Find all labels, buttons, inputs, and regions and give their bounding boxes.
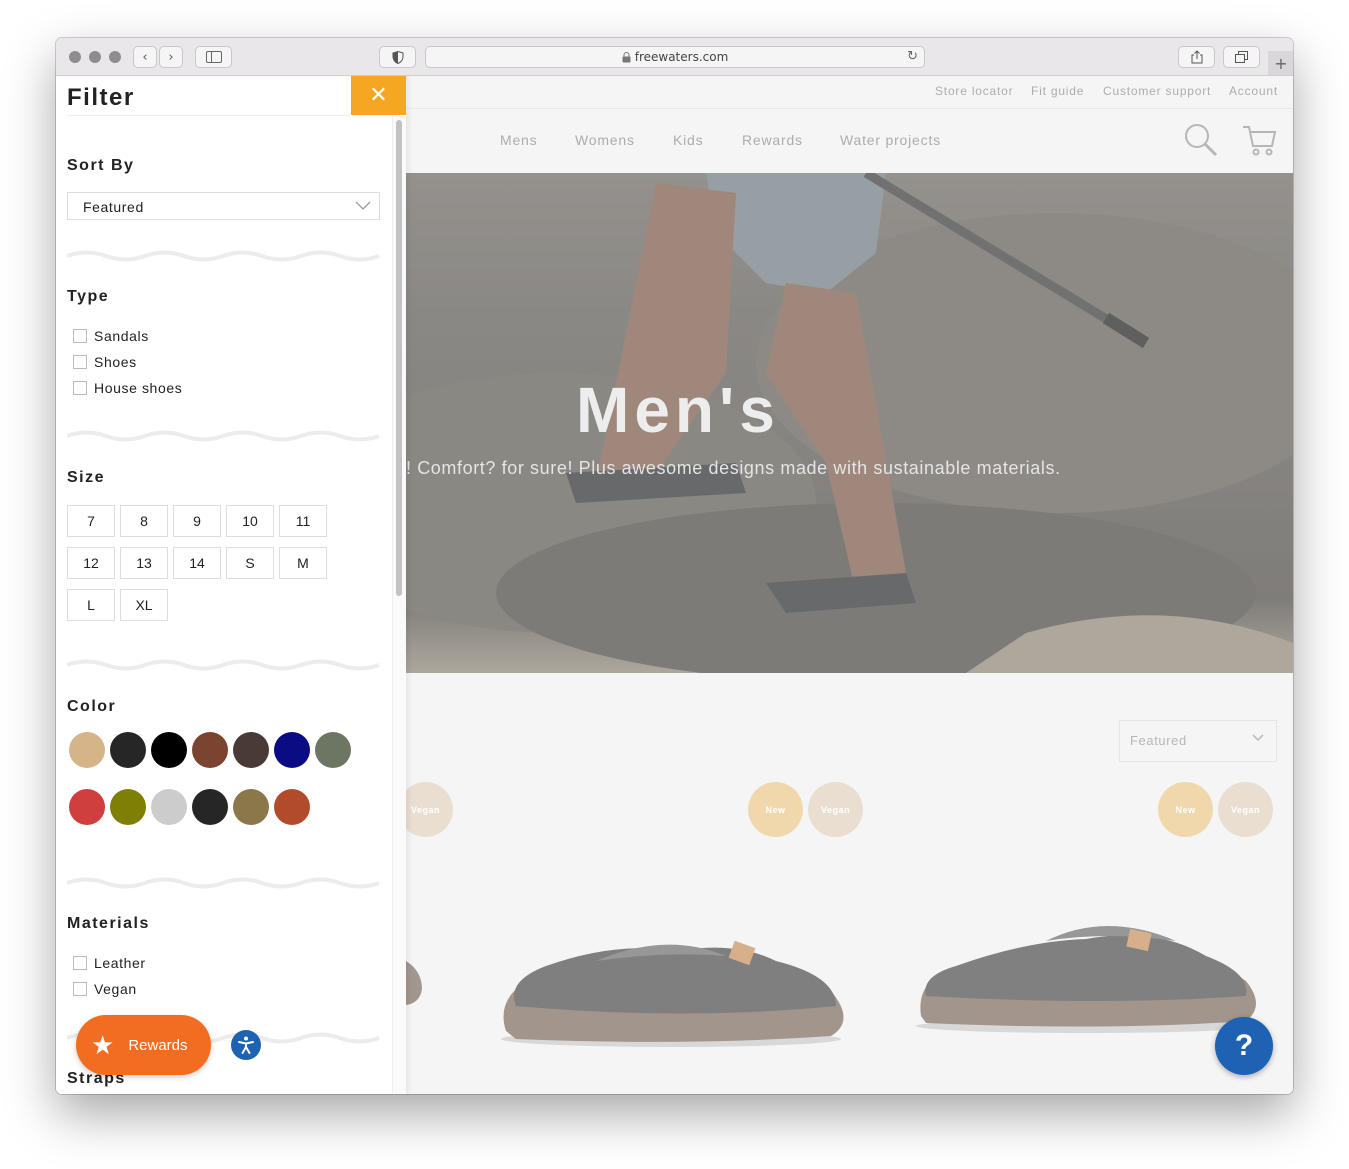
color-swatch[interactable] bbox=[315, 732, 351, 768]
color-swatch[interactable] bbox=[233, 789, 269, 825]
sidebar-icon bbox=[205, 51, 222, 63]
lock-icon bbox=[622, 51, 631, 62]
size-option[interactable]: 13 bbox=[120, 547, 168, 579]
size-option[interactable]: S bbox=[226, 547, 274, 579]
color-swatch[interactable] bbox=[192, 789, 228, 825]
color-swatch[interactable] bbox=[151, 732, 187, 768]
share-icon bbox=[1191, 50, 1202, 64]
url-text: freewaters.com bbox=[634, 50, 729, 64]
forward-button[interactable]: › bbox=[159, 46, 183, 68]
option-label: Shoes bbox=[94, 354, 137, 370]
color-swatch[interactable] bbox=[233, 732, 269, 768]
rewards-label: Rewards bbox=[128, 1036, 188, 1054]
size-option[interactable]: 12 bbox=[67, 547, 115, 579]
shield-icon bbox=[392, 50, 403, 64]
tab-overview-button[interactable] bbox=[1223, 46, 1260, 68]
star-icon: ★ bbox=[91, 1029, 115, 1060]
materials-option-vegan[interactable]: Vegan bbox=[73, 981, 137, 997]
section-divider-wave bbox=[67, 659, 380, 671]
browser-titlebar: ‹ › freewaters.com ↻ + bbox=[56, 38, 1293, 76]
sort-by-select[interactable]: Featured bbox=[67, 192, 380, 220]
materials-heading: Materials bbox=[67, 915, 150, 932]
sort-by-value: Featured bbox=[83, 199, 144, 215]
filter-scrollbar-thumb[interactable] bbox=[396, 120, 402, 596]
filter-drawer: Filter ✕ Sort By Featured Type Sandals S… bbox=[56, 76, 406, 1094]
filter-title: Filter bbox=[67, 84, 135, 111]
new-tab-button[interactable]: + bbox=[1268, 51, 1293, 75]
chevron-down-icon bbox=[355, 201, 371, 210]
section-divider-wave bbox=[67, 430, 380, 442]
help-button[interactable]: ? bbox=[1215, 1017, 1273, 1075]
size-option[interactable]: 9 bbox=[173, 505, 221, 537]
plus-icon: + bbox=[1274, 53, 1288, 73]
accessibility-button[interactable] bbox=[231, 1030, 261, 1060]
option-label: Sandals bbox=[94, 328, 149, 344]
sidebar-toggle-button[interactable] bbox=[195, 46, 232, 68]
close-window-button[interactable] bbox=[69, 51, 81, 63]
section-divider-wave bbox=[67, 250, 380, 262]
checkbox[interactable] bbox=[73, 982, 87, 996]
checkbox[interactable] bbox=[73, 355, 87, 369]
back-button[interactable]: ‹ bbox=[133, 46, 157, 68]
tabs-icon bbox=[1235, 51, 1248, 63]
reload-icon[interactable]: ↻ bbox=[907, 49, 918, 64]
color-swatch[interactable] bbox=[192, 732, 228, 768]
close-icon: ✕ bbox=[369, 83, 388, 108]
color-swatch[interactable] bbox=[69, 789, 105, 825]
accessibility-icon bbox=[238, 1036, 254, 1054]
color-heading: Color bbox=[67, 698, 117, 715]
color-swatch[interactable] bbox=[274, 789, 310, 825]
page-overlay[interactable] bbox=[406, 76, 1293, 1094]
section-divider-wave bbox=[67, 877, 380, 889]
checkbox[interactable] bbox=[73, 329, 87, 343]
sort-by-heading: Sort By bbox=[67, 157, 135, 174]
privacy-shield-button[interactable] bbox=[379, 46, 416, 68]
checkbox[interactable] bbox=[73, 956, 87, 970]
browser-window: ‹ › freewaters.com ↻ + Store locator Fit… bbox=[56, 38, 1293, 1094]
chevron-right-icon: › bbox=[168, 49, 174, 65]
size-option[interactable]: M bbox=[279, 547, 327, 579]
page-viewport: Store locator Fit guide Customer support… bbox=[56, 76, 1293, 1094]
minimize-window-button[interactable] bbox=[89, 51, 101, 63]
color-swatch[interactable] bbox=[151, 789, 187, 825]
color-swatch[interactable] bbox=[110, 789, 146, 825]
size-option[interactable]: 7 bbox=[67, 505, 115, 537]
color-swatch[interactable] bbox=[69, 732, 105, 768]
option-label: House shoes bbox=[94, 380, 183, 396]
zoom-window-button[interactable] bbox=[109, 51, 121, 63]
type-option-shoes[interactable]: Shoes bbox=[73, 354, 137, 370]
type-option-house-shoes[interactable]: House shoes bbox=[73, 380, 182, 396]
type-heading: Type bbox=[67, 288, 110, 305]
size-option[interactable]: 10 bbox=[226, 505, 274, 537]
chevron-left-icon: ‹ bbox=[142, 49, 148, 65]
size-option[interactable]: XL bbox=[120, 589, 168, 621]
type-option-sandals[interactable]: Sandals bbox=[73, 328, 149, 344]
filter-title-divider bbox=[67, 115, 350, 116]
color-swatch[interactable] bbox=[274, 732, 310, 768]
rewards-launcher-button[interactable]: ★ Rewards bbox=[76, 1015, 211, 1075]
address-bar[interactable]: freewaters.com ↻ bbox=[425, 46, 925, 68]
size-option[interactable]: 8 bbox=[120, 505, 168, 537]
materials-option-leather[interactable]: Leather bbox=[73, 955, 146, 971]
close-filter-button[interactable]: ✕ bbox=[351, 76, 406, 115]
color-swatch[interactable] bbox=[110, 732, 146, 768]
share-button[interactable] bbox=[1178, 46, 1215, 68]
option-label: Vegan bbox=[94, 981, 137, 997]
size-heading: Size bbox=[67, 469, 106, 486]
size-option[interactable]: 11 bbox=[279, 505, 327, 537]
size-option[interactable]: L bbox=[67, 589, 115, 621]
option-label: Leather bbox=[94, 955, 146, 971]
size-option[interactable]: 14 bbox=[173, 547, 221, 579]
checkbox[interactable] bbox=[73, 381, 87, 395]
